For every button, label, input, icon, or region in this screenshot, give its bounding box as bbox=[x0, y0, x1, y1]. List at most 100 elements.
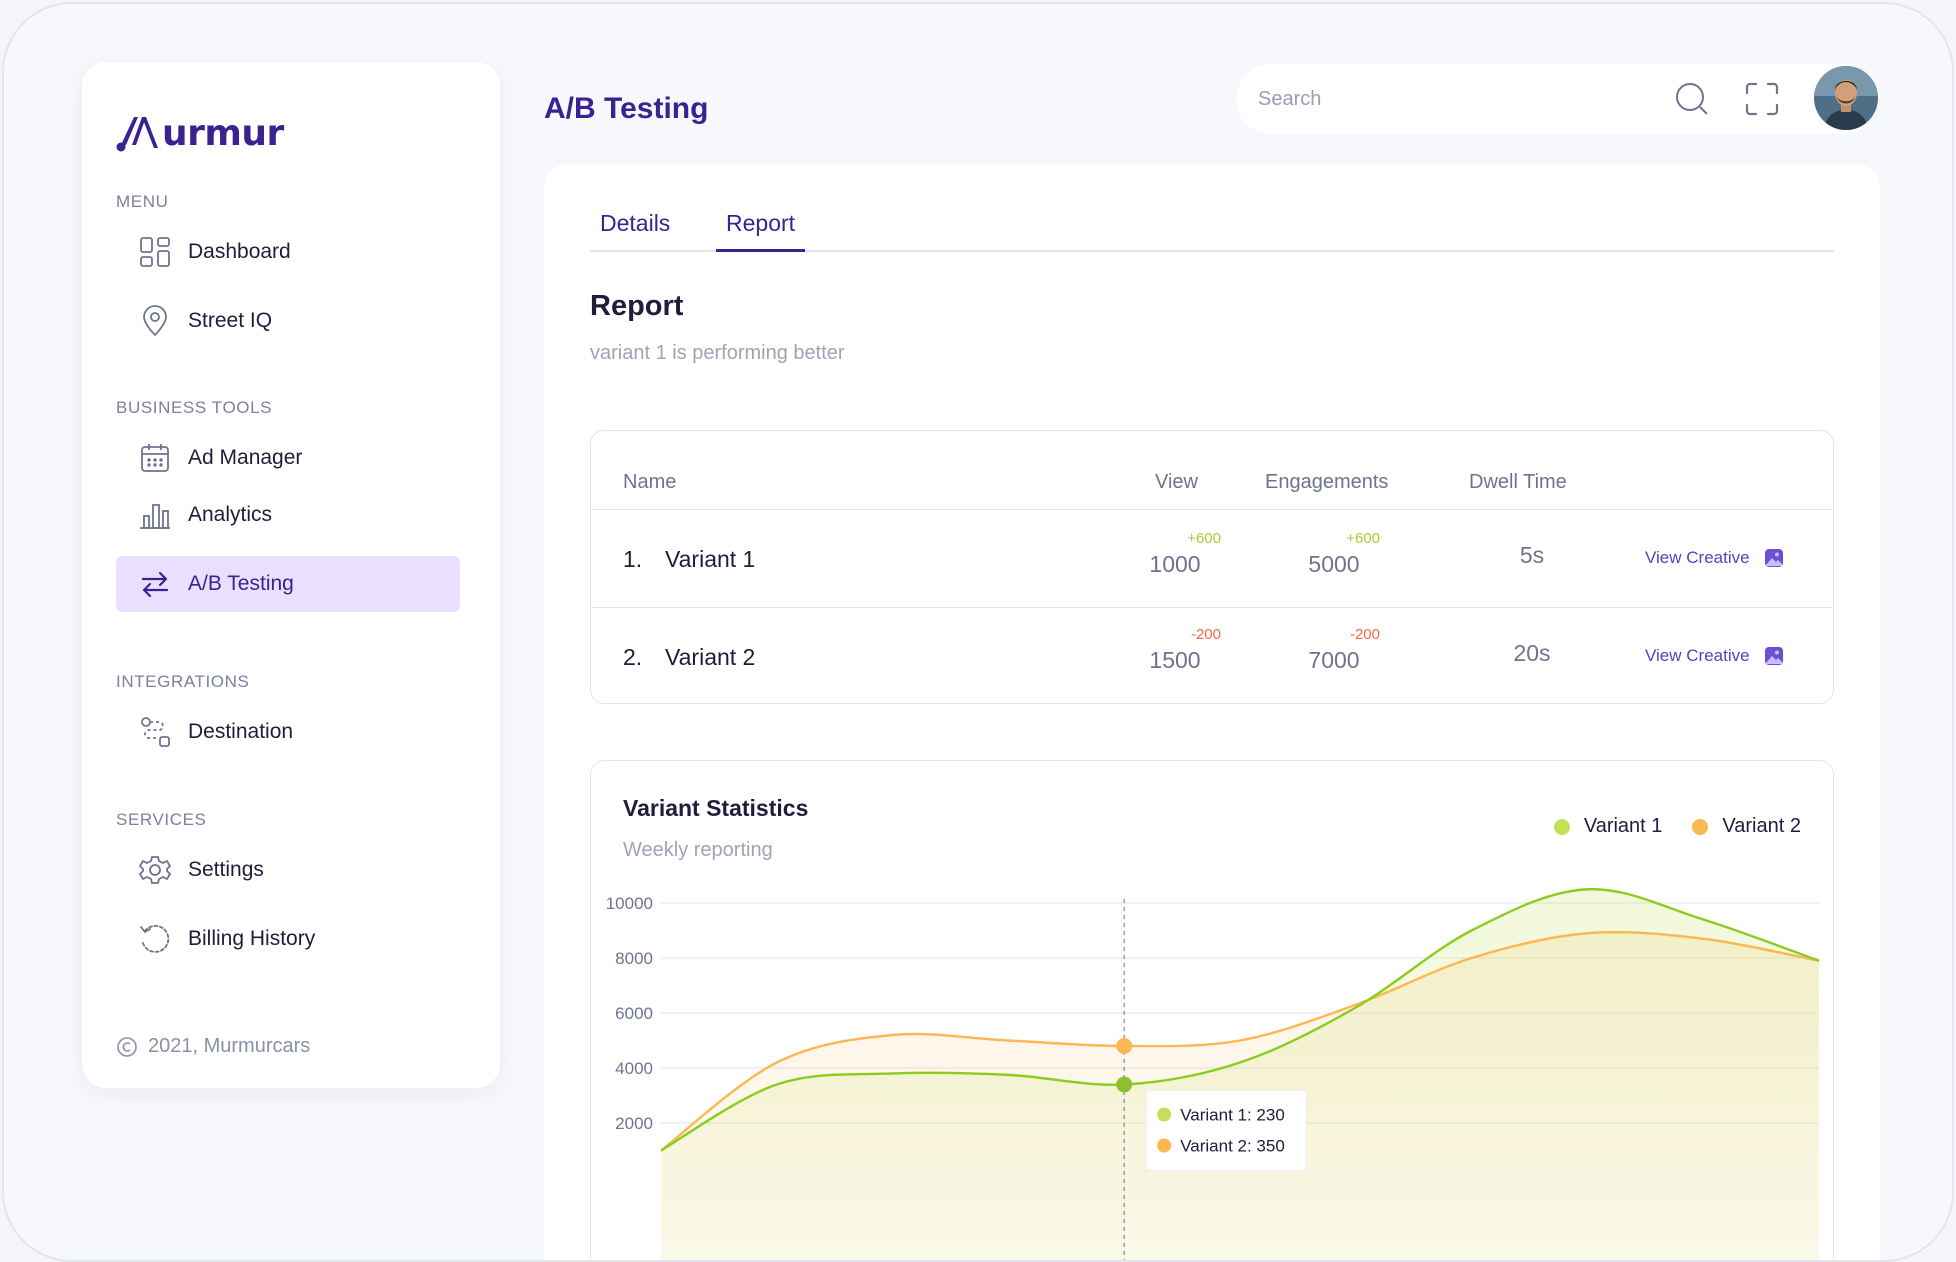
view-value: 1000 bbox=[1149, 551, 1201, 577]
sidebar: urmur MENU Dashboard Street IQ BUSINESS … bbox=[82, 62, 500, 1088]
logo[interactable]: urmur bbox=[116, 102, 284, 152]
sidebar-item-label: Destination bbox=[188, 720, 294, 743]
variant-name: Variant 1 bbox=[665, 546, 756, 572]
view-metric: +600 1000 bbox=[1115, 530, 1235, 578]
search-icon[interactable] bbox=[1674, 81, 1710, 122]
engagements-value: 5000 bbox=[1308, 551, 1360, 577]
variants-table: Name View Engagements Dwell Time 1. Vari… bbox=[590, 430, 1834, 704]
route-icon bbox=[138, 715, 172, 749]
hover-point-1[interactable] bbox=[1116, 1076, 1133, 1093]
tooltip-dot bbox=[1157, 1138, 1172, 1153]
app-frame: urmur MENU Dashboard Street IQ BUSINESS … bbox=[2, 2, 1954, 1262]
view-creative-link[interactable]: View Creative bbox=[1645, 548, 1784, 568]
view-delta: -200 bbox=[1190, 626, 1221, 643]
legend-label: Variant 2 bbox=[1722, 815, 1801, 837]
view-creative-label: View Creative bbox=[1645, 548, 1750, 567]
avatar[interactable] bbox=[1814, 66, 1878, 130]
row-index: 2. bbox=[623, 644, 643, 670]
report-heading: Report bbox=[590, 290, 684, 322]
engagements-delta: +600 bbox=[1346, 530, 1380, 547]
sidebar-item-billing-history[interactable]: Billing History bbox=[116, 911, 460, 967]
sidebar-item-label: A/B Testing bbox=[188, 572, 294, 595]
view-metric: -200 1500 bbox=[1115, 626, 1235, 674]
location-pin-icon bbox=[138, 304, 172, 338]
grid-icon bbox=[138, 235, 172, 269]
column-header-engagements: Engagements bbox=[1265, 471, 1389, 493]
view-creative-label: View Creative bbox=[1645, 646, 1750, 665]
tooltip-dot bbox=[1157, 1107, 1172, 1122]
image-icon bbox=[1764, 646, 1784, 666]
column-header-dwell-time: Dwell Time bbox=[1469, 471, 1567, 493]
sidebar-item-label: Billing History bbox=[188, 927, 316, 950]
sidebar-item-ad-manager[interactable]: Ad Manager bbox=[116, 430, 460, 486]
engagements-delta: -200 bbox=[1349, 626, 1380, 643]
engagements-metric: -200 7000 bbox=[1274, 626, 1394, 674]
y-tick-label: 6000 bbox=[615, 1004, 653, 1023]
column-header-name: Name bbox=[623, 471, 677, 493]
sidebar-item-analytics[interactable]: Analytics bbox=[116, 487, 460, 543]
sidebar-item-label: Analytics bbox=[188, 503, 273, 526]
variant-name: Variant 2 bbox=[665, 644, 756, 670]
sidebar-item-destination[interactable]: Destination bbox=[116, 704, 460, 760]
legend-dot bbox=[1692, 818, 1709, 835]
fullscreen-icon[interactable] bbox=[1744, 81, 1780, 122]
y-tick-label: 2000 bbox=[615, 1114, 653, 1133]
view-value: 1500 bbox=[1149, 647, 1201, 673]
section-label-integrations: INTEGRATIONS bbox=[116, 672, 250, 691]
row-index: 1. bbox=[623, 546, 643, 572]
sidebar-item-dashboard[interactable]: Dashboard bbox=[116, 224, 460, 280]
swap-arrows-icon bbox=[138, 567, 172, 601]
gear-icon bbox=[138, 853, 172, 887]
copyright-icon bbox=[116, 1036, 138, 1058]
tooltip-line: Variant 2: 350 bbox=[1180, 1137, 1285, 1156]
y-tick-label: 4000 bbox=[615, 1059, 653, 1078]
section-label-menu: MENU bbox=[116, 192, 169, 211]
sidebar-item-label: Settings bbox=[188, 858, 264, 881]
tab-report[interactable]: Report bbox=[716, 210, 806, 252]
dwell-time-value: 20s bbox=[1513, 640, 1551, 666]
sidebar-item-ab-testing[interactable]: A/B Testing bbox=[116, 556, 460, 612]
section-label-business-tools: BUSINESS TOOLS bbox=[116, 398, 273, 417]
legend-label: Variant 1 bbox=[1583, 815, 1663, 837]
logo-text: urmur bbox=[162, 113, 284, 154]
user-avatar-icon bbox=[1814, 66, 1878, 130]
legend-item-variant-2[interactable]: Variant 2 bbox=[1692, 815, 1801, 838]
column-header-view: View bbox=[1155, 471, 1198, 493]
y-tick-label: 8000 bbox=[615, 949, 653, 968]
engagements-value: 7000 bbox=[1308, 647, 1360, 673]
view-creative-link[interactable]: View Creative bbox=[1645, 646, 1784, 666]
tooltip-line: Variant 1: 230 bbox=[1180, 1106, 1285, 1125]
report-subtitle: variant 1 is performing better bbox=[590, 342, 845, 364]
tab-details[interactable]: Details bbox=[600, 210, 670, 252]
sidebar-item-label: Ad Manager bbox=[188, 446, 303, 469]
main-card: Details Report Report variant 1 is perfo… bbox=[544, 164, 1880, 1260]
table-row: 1. Variant 1 +600 1000 +600 5000 5s View… bbox=[591, 509, 1832, 607]
chart-legend: Variant 1 Variant 2 bbox=[1524, 815, 1801, 838]
legend-dot bbox=[1553, 818, 1570, 835]
search-bar bbox=[1236, 64, 1876, 134]
hover-point-2[interactable] bbox=[1116, 1038, 1133, 1054]
y-tick-label: 10000 bbox=[606, 894, 653, 913]
table-row: 2. Variant 2 -200 1500 -200 7000 20s Vie… bbox=[591, 607, 1832, 705]
chart-title: Variant Statistics bbox=[623, 795, 809, 821]
section-label-services: SERVICES bbox=[116, 810, 207, 829]
sidebar-item-label: Street IQ bbox=[188, 309, 273, 332]
variant-statistics-card: Variant Statistics Weekly reporting Vari… bbox=[590, 760, 1834, 1260]
page-title: A/B Testing bbox=[544, 92, 709, 125]
area-chart: 10000 8000 6000 4000 2000 Variant 1: 230 Vari… bbox=[606, 888, 1820, 1260]
sidebar-item-street-iq[interactable]: Street IQ bbox=[116, 293, 460, 349]
search-input[interactable] bbox=[1258, 87, 1638, 111]
bar-chart-icon bbox=[138, 498, 172, 532]
tabs: Details Report bbox=[590, 210, 1834, 252]
view-delta: +600 bbox=[1187, 530, 1221, 547]
legend-item-variant-1[interactable]: Variant 1 bbox=[1553, 815, 1663, 838]
logo-mark-icon bbox=[116, 117, 158, 152]
copyright: 2021, Murmurcars bbox=[116, 1035, 310, 1058]
chart-tooltip bbox=[1145, 1090, 1307, 1171]
calendar-icon bbox=[138, 441, 172, 475]
sidebar-item-settings[interactable]: Settings bbox=[116, 842, 460, 898]
image-icon bbox=[1764, 548, 1784, 568]
history-icon bbox=[138, 922, 172, 956]
copyright-text: 2021, Murmurcars bbox=[148, 1035, 311, 1057]
sidebar-item-label: Dashboard bbox=[188, 240, 291, 263]
